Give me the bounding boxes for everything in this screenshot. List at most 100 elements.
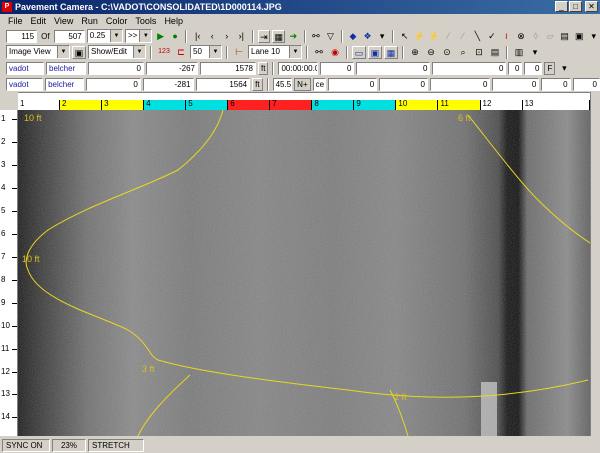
flag-icon[interactable]: ▣ [573,30,586,43]
menu-color[interactable]: Color [102,16,132,26]
r4-t1-field[interactable]: 0 [328,77,378,91]
first-frame-icon[interactable]: |‹ [191,30,204,43]
polygon-tool-icon[interactable]: ▱ [544,30,557,43]
crack-tool-3-icon[interactable]: ≀ [500,30,513,43]
latitude-field[interactable]: 45.5 [272,77,293,91]
binoculars-icon[interactable]: ⚯ [310,30,323,43]
filter-icon[interactable]: ▽ [324,30,337,43]
menu-edit[interactable]: Edit [27,16,51,26]
r4-t5-field[interactable]: 0 [541,77,571,91]
t4-field[interactable]: 0 [508,61,523,75]
distance-field-2[interactable]: 1564 [195,77,251,91]
go-to-icon[interactable]: ⇥ [257,29,271,43]
export-icon[interactable]: ➔ [287,30,300,43]
left-ruler-mark: 12 [1,366,10,376]
menu-view[interactable]: View [50,16,77,26]
zoom-fit-icon[interactable]: ⊙ [440,46,454,59]
record-icon[interactable]: ● [169,30,182,43]
diamond-tool-icon[interactable]: ◆ [347,30,360,43]
r4-t4-field[interactable]: 0 [492,77,540,91]
left-ruler-tick [12,325,17,327]
t2-field[interactable]: 0 [356,61,431,75]
view-mode-select[interactable]: Image View [6,45,70,59]
next-frame-icon[interactable]: › [220,30,233,43]
fast-forward-select[interactable]: >> [125,29,153,43]
diamond-pair-icon[interactable]: ❖ [361,30,374,43]
dropdown-chevron-4-icon[interactable]: ▾ [557,62,571,75]
faint-tool-2-icon[interactable]: ⁄ [457,30,470,43]
value2-field[interactable]: -267 [146,61,198,75]
zoom-out-icon[interactable]: ⊖ [424,46,438,59]
properties-icon[interactable]: ▥ [512,46,526,59]
ruler-segment-label: 8 [314,99,319,108]
location-row-1: vadot belcher 0 -267 1578 ft 00:00:00.0 … [0,60,600,76]
dropdown-chevron-icon[interactable]: ▾ [376,30,389,43]
line-tool-icon[interactable]: ╲ [471,30,484,43]
zoom-in-icon[interactable]: ⊕ [408,46,422,59]
dropdown-chevron-2-icon[interactable]: ▾ [587,30,600,43]
scale-ruler-icon[interactable]: ⊏ [174,46,188,59]
menu-tools[interactable]: Tools [131,16,160,26]
faint-tool-icon[interactable]: ⁄ [442,30,455,43]
name-field[interactable]: belcher [46,61,86,75]
t3-field[interactable]: 0 [432,61,507,75]
left-ruler-mark: 1 [1,114,6,123]
zoom-select-icon[interactable]: ▤ [488,46,502,59]
zoom-extent-icon[interactable]: ⊡ [472,46,486,59]
frame-input[interactable]: 115 [6,29,38,43]
play-icon[interactable]: ▶ [154,30,167,43]
close-button[interactable]: ✕ [585,1,598,12]
crack-label-e: 2 ft [394,392,407,402]
zoom-window-icon[interactable]: ⌕ [456,46,470,59]
left-ruler-mark: 8 [1,274,6,284]
flag-field[interactable]: F [544,61,556,75]
image-view-icon[interactable]: ▣ [72,45,86,59]
check-tool-icon[interactable]: ✓ [486,30,499,43]
layout-2-icon[interactable]: ▣ [368,45,382,59]
scale-icon[interactable]: 123 [156,46,172,59]
district-field[interactable]: vadot [6,61,44,75]
camera-icon[interactable]: ◉ [328,46,342,59]
eraser-icon[interactable]: ◊ [529,30,542,43]
value2-field-2[interactable]: -281 [142,77,194,91]
crack-tool-icon[interactable]: ⚡ [413,30,426,43]
layout-1-icon[interactable]: ▭ [352,45,366,59]
calendar-icon[interactable]: ▤ [558,30,571,43]
time-field[interactable]: 00:00:00.0 [278,61,319,75]
show-edit-select[interactable]: Show/Edit [88,45,146,59]
binoculars-2-icon[interactable]: ⚯ [312,46,326,59]
r4-t6-field[interactable]: 0 [572,77,600,91]
pavement-image[interactable]: 10 ft 6 ft 10 ft 3 ft 2 ft [18,110,590,436]
pointer-icon[interactable]: ↖ [398,30,411,43]
r4-t3-field[interactable]: 0 [429,77,491,91]
last-frame-icon[interactable]: ›| [235,30,248,43]
t5-field[interactable]: 0 [524,61,543,75]
grid-icon[interactable]: ▦ [272,29,286,43]
menu-run[interactable]: Run [77,16,102,26]
value1-field-2[interactable]: 0 [86,77,141,91]
menu-help[interactable]: Help [160,16,187,26]
prev-frame-icon[interactable]: ‹ [206,30,219,43]
vertical-scrollbar[interactable] [590,92,600,436]
lane-select[interactable]: Lane 10 [248,45,302,59]
cancel-tool-icon[interactable]: ⊗ [515,30,528,43]
distance-field[interactable]: 1578 [200,61,256,75]
layout-3-icon[interactable]: ▦ [384,45,398,59]
scale-select[interactable]: 50 [190,45,222,59]
value1-field[interactable]: 0 [88,61,144,75]
left-ruler-tick [12,348,17,350]
ruler-segment-label: 12 [482,99,492,108]
crack-tool-2-icon[interactable]: ⚡ [427,30,440,43]
district-field-2[interactable]: vadot [6,77,44,91]
r4-t2-field[interactable]: 0 [379,77,428,91]
speed-select[interactable]: 0.25 [86,29,123,43]
maximize-button[interactable]: □ [569,1,582,12]
left-ruler-mark: 7 [1,251,6,261]
name-field-2[interactable]: belcher [45,77,85,91]
dropdown-chevron-3-icon[interactable]: ▾ [528,46,542,59]
t1-field[interactable]: 0 [320,61,355,75]
lane-ruler-icon[interactable]: ⊢ [232,46,246,59]
white-marker [481,382,497,436]
minimize-button[interactable]: _ [555,1,568,12]
menu-file[interactable]: File [4,16,27,26]
